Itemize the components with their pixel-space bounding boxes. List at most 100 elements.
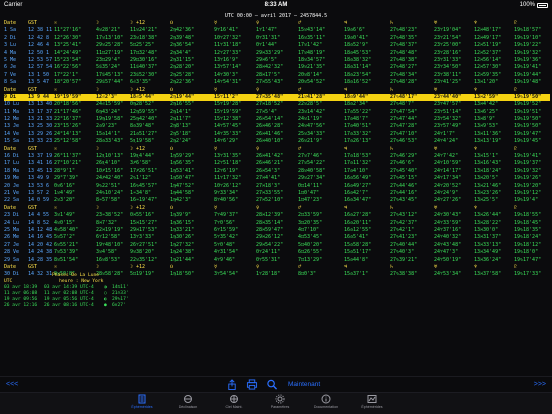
tab-label: Éphémérides [361, 405, 383, 409]
ephemeris-table[interactable]: Date GST ☉ ☽ ☽ +12 ☊ ☿ ♀ ♂ ♃ ♄ ♅ ♆ ♇ 1 Sa 12 38 11 11°27… [4, 20, 550, 279]
table-row[interactable]: 16 Di 13 37 19 26°11'37" 12♏10'13" 19♏4'44" 1… [4, 153, 550, 160]
tab-chart[interactable]: Éphémérides [350, 394, 394, 409]
cell-saturn: 27♑48'37" [390, 42, 418, 49]
cell-sun: 23°15'26" [54, 123, 82, 130]
cell-uranus: 23♈21'54" [434, 34, 462, 41]
cell-mercury: 3♈54'54" [214, 271, 239, 278]
table-row[interactable]: 10 Lu 13 13 40 20°18'56" 24♌15'59" 0♍28'52" 2… [4, 101, 550, 108]
table-row[interactable]: 24 Lu 14 8 52 4♉0'15" 8♓7'32" 15♓15'27" 1♍36'… [4, 220, 550, 227]
cell-saturn: 27♑40'3" [390, 249, 415, 256]
header-pluto: ♇ [514, 20, 518, 26]
table-row[interactable]: 28 Ve 14 24 38 7♉53'39" 3♉4'58" 9♉38'20" 1♍24… [4, 249, 550, 256]
cell-gst: 14 24 38 [28, 249, 53, 256]
table-row[interactable]: 19 Me 13 49 9 29°7'39" 24♐42'40" 2♑1'12" 1♍50… [4, 175, 550, 182]
share-icon[interactable] [226, 379, 238, 390]
table-row[interactable]: 8 Sa 13 5 47 18°20'57" 29♋57'44" 6♌3'35" 2♍22… [4, 79, 550, 86]
cell-date: 8 Sa [4, 79, 17, 86]
print-icon[interactable] [246, 379, 258, 390]
cell-uranus: 24♈24'9" [434, 189, 459, 196]
header-date: Date [4, 263, 17, 270]
table-row[interactable]: 23 Di 14 4 55 3♉1'49" 23♒38'52" 0♓55'16" 1♍39… [4, 212, 550, 219]
cell-sun: 6♉55'21" [54, 241, 79, 248]
cell-mercury: 15♈12'38" [214, 116, 242, 123]
cell-jupiter: 18♎52'9" [344, 42, 369, 49]
cell-date: 12 Me [4, 116, 20, 123]
cell-uranus: 23♈28'16" [434, 49, 462, 56]
search-icon[interactable] [266, 379, 278, 390]
clock: 8:33 AM [264, 2, 288, 8]
declination-icon [184, 395, 192, 403]
table-row[interactable]: 2 Di 12 42 8 12°26'30" 17♉13'10" 23♉18'38" 2♍… [4, 35, 550, 42]
tab-settings[interactable]: Paramètres [258, 394, 302, 409]
cell-moon: 19♍19'58" [96, 116, 124, 123]
table-row-selected[interactable]: 9 Di 13 9 44 19°19'59" 12♌2'3" 18♌5'44" 2♍19'… [4, 93, 550, 102]
cell-mercury: 9♈33'34" [214, 189, 239, 196]
table-row[interactable]: 21 Ve 13 57 2 1♉4'49" 24♑10'24" 1♒34'8" 1♍44'… [4, 190, 550, 197]
table-row[interactable]: 13 Je 13 25 30 23°15'26" 2♎9'23" 8♎39'48" 2♍8… [4, 123, 550, 130]
next-month-button[interactable]: >>> [534, 381, 546, 388]
cell-moon12: 5♏19'58" [130, 138, 155, 145]
cell-moon: 24♑10'24" [96, 189, 124, 196]
table-row[interactable]: 6 Je 12 57 54 16°22'56" 5♋35'24" 11♋40'37" 2♍… [4, 64, 550, 71]
header-moon: ☽ [96, 204, 100, 211]
table-row[interactable]: 4 Ma 12 50 1 14°24'49" 11♊27'19" 17♊32'48" 2♍… [4, 50, 550, 57]
cell-jupiter: 18♎9'44" [344, 93, 369, 100]
cell-gst: 13 29 26 [28, 130, 53, 137]
cell-saturn: 27♑43'45" [390, 197, 418, 204]
table-row[interactable]: 1 Sa 12 38 11 11°27'16" 4♉28'21" 11♉24'21" 2♍… [4, 27, 550, 34]
cell-jupiter: 16♎42'7" [344, 189, 369, 196]
cell-mercury: 10♈26'12" [214, 182, 242, 189]
table-row[interactable]: 11 Ma 13 17 37 21°17'46" 6♍43'24" 12♍59'55" 2… [4, 109, 550, 116]
cell-sun: 15°23'54" [54, 56, 82, 63]
cell-date: 29 Sa [4, 256, 20, 263]
cell-date: 22 Sa [4, 197, 20, 204]
tab-ephemeris[interactable]: Éphémérides [120, 394, 164, 409]
cell-moon12: 3♐6'58" [130, 160, 152, 167]
cell-moon12: 13♈3'33" [130, 234, 155, 241]
cell-mars: 2♊33'59" [298, 212, 323, 219]
cell-jupiter: 16♎34'47" [344, 197, 372, 204]
cell-moon12: 26♈27'51" [130, 241, 158, 248]
table-row[interactable]: 7 Ve 13 1 50 17°22'1" 17♋45'13" 23♋52'30" 2♍2… [4, 72, 550, 79]
cell-mercury: 7♈49'37" [214, 212, 239, 219]
cell-gst: 12 57 54 [28, 64, 53, 71]
battery-percent: 100% [519, 2, 535, 8]
table-row[interactable]: 22 Sa 14 0 59 2♉3'20" 8♒57'58" 16♒19'47" 1♍42… [4, 197, 550, 204]
tab-sky-now[interactable]: Ciel Maint. [212, 394, 256, 409]
table-row[interactable]: 14 Ve 13 29 26 24°14'13" 15♎14'1" 21♎51'27" 2… [4, 131, 550, 138]
header-date: Date [4, 145, 17, 152]
cell-gst: 13 25 30 [28, 123, 53, 130]
cell-uranus: 23♈57'49" [434, 123, 462, 130]
cell-jupiter: 18♎16'52" [344, 79, 372, 86]
table-row[interactable]: 5 Me 12 53 57 15°23'54" 23♊29'4" 29♊30'16" 2♍… [4, 57, 550, 64]
now-button[interactable]: Maintenant [288, 381, 320, 388]
tab-declination[interactable]: Déclinaison [166, 394, 210, 409]
cell-uranus: 23♈54'32" [434, 116, 462, 123]
cell-moon: 15♎14'1" [96, 130, 121, 137]
cell-uranus: 24♈27'26" [434, 197, 462, 204]
cell-venus: 27♓55'43" [256, 79, 284, 86]
table-row[interactable]: 20 Je 13 53 6 0♉6'16" 9♑22'51" 16♑45'57" 1♍47… [4, 183, 550, 190]
table-row[interactable]: 3 Lu 12 46 4 13°25'41" 29♉25'28" 5♊25'25" 2♍3… [4, 42, 550, 49]
table-row[interactable]: 15 Sa 13 33 23 25°12'58" 28♎33'43" 5♏19'58" 2… [4, 138, 550, 145]
table-header-row: Date GST ☉ ☽ ☽ +12 ☊ ☿ ♀ ♂ ♃ ♄ ♅ ♆ ♇ [4, 146, 550, 153]
table-row[interactable]: 26 Me 14 16 45 5♉57'2" 6♈12'58" 13♈3'33" 1♍30… [4, 234, 550, 241]
table-row[interactable]: 17 Lu 13 41 16 27°10'21" 26♏4'10" 3♐6'58" 1♍5… [4, 160, 550, 167]
cell-saturn: 27♑47'28" [390, 123, 418, 130]
cell-jupiter: 17♎26'13" [344, 138, 372, 145]
cell-uranus: 23♈47'57" [434, 101, 462, 108]
header-jupiter: ♃ [344, 263, 348, 270]
previous-month-button[interactable]: <<< [6, 381, 18, 388]
table-row[interactable]: 27 Je 14 20 42 6♉55'21" 19♈48'10" 26♈27'51" 1… [4, 242, 550, 249]
cell-venus: 29♓54'22" [256, 241, 284, 248]
cell-moon: 5♋35'24" [96, 64, 121, 71]
table-row[interactable]: 25 Ma 14 12 48 4♉58'40" 22♓19'19" 29♓17'53" 1… [4, 227, 550, 234]
table-row[interactable]: 18 Ma 13 45 13 28°9'1" 10♐15'16" 17♐26'51" 1♍… [4, 168, 550, 175]
cell-sun: 19°19'59" [54, 93, 82, 100]
cell-gst: 13 1 50 [28, 71, 50, 78]
cell-sun: 4♉0'15" [54, 219, 76, 226]
table-row[interactable]: 29 Sa 14 28 35 8♉51'54" 16♉8'53" 22♉35'12" 1♍… [4, 257, 550, 264]
tab-info[interactable]: Documentation [304, 394, 348, 409]
cell-saturn: 27♑48'28" [390, 79, 418, 86]
table-row[interactable]: 12 Me 13 21 33 22°16'37" 19♍19'58" 25♍42'40"… [4, 116, 550, 123]
